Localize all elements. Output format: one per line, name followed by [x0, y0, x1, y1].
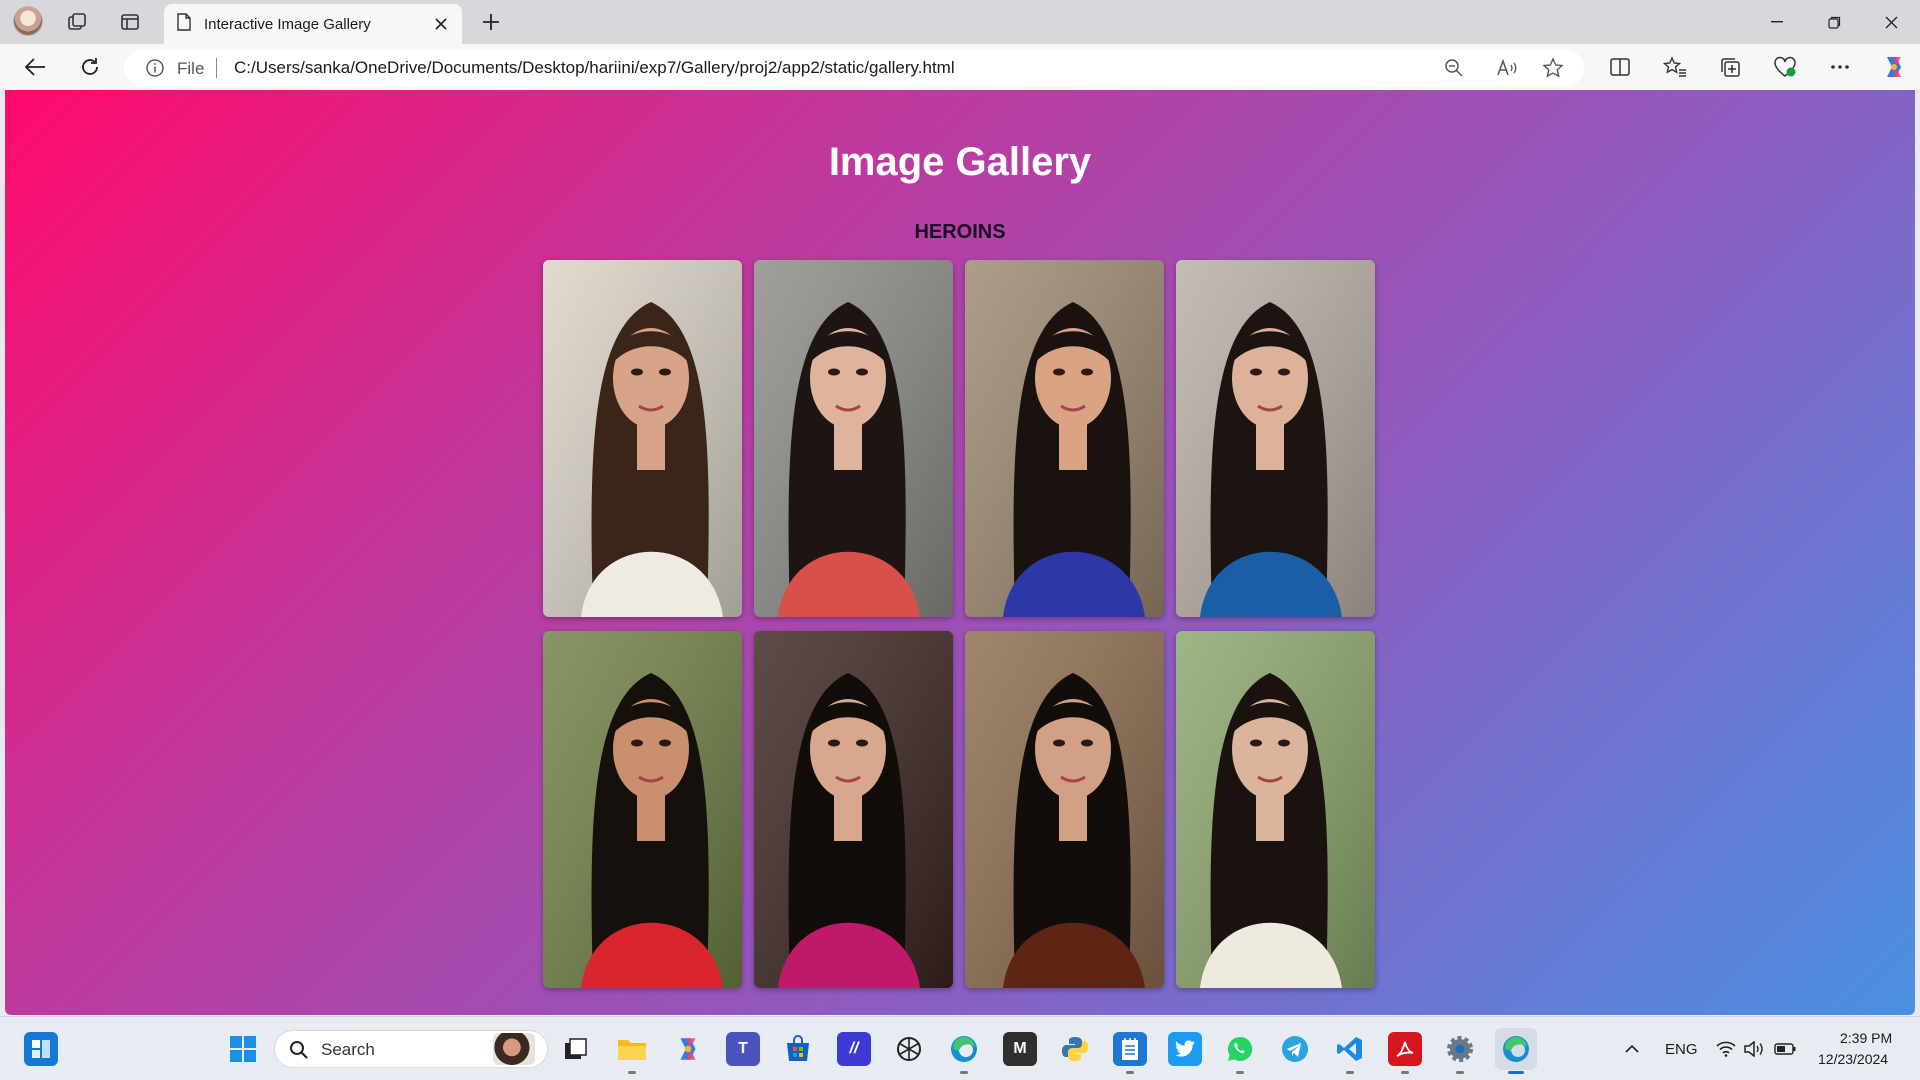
- edge-active-window-icon[interactable]: [1495, 1028, 1537, 1074]
- browser-essentials-icon[interactable]: [1771, 53, 1799, 81]
- gallery-image[interactable]: [754, 260, 953, 617]
- chatgpt-icon[interactable]: [892, 1032, 926, 1066]
- m-app-icon[interactable]: M: [1003, 1032, 1037, 1066]
- active-indicator: [1508, 1071, 1524, 1074]
- address-divider: [216, 58, 217, 78]
- page-viewport: Image Gallery HEROINS: [5, 90, 1915, 1015]
- copilot-icon[interactable]: [1880, 53, 1908, 81]
- visual-studio-ide-icon[interactable]: //: [837, 1032, 871, 1066]
- section-title: HEROINS: [914, 221, 1006, 243]
- url-text[interactable]: C:/Users/sanka/OneDrive/Documents/Deskto…: [234, 58, 955, 78]
- refresh-icon[interactable]: [76, 53, 104, 81]
- telegram-icon[interactable]: [1278, 1032, 1312, 1066]
- favorites-icon[interactable]: [1661, 53, 1689, 81]
- running-indicator: [960, 1071, 968, 1074]
- close-tab-icon[interactable]: [430, 13, 452, 35]
- read-aloud-icon[interactable]: [1495, 56, 1519, 80]
- image-gallery-grid: [543, 260, 1375, 988]
- page-icon: [176, 12, 192, 36]
- gallery-image[interactable]: [543, 631, 742, 988]
- acrobat-icon[interactable]: [1388, 1032, 1422, 1074]
- new-tab-icon[interactable]: [478, 9, 504, 35]
- battery-icon[interactable]: [1772, 1032, 1798, 1066]
- microsoft-store-icon[interactable]: [781, 1032, 815, 1066]
- show-hidden-icons-chevron-icon[interactable]: [1615, 1032, 1649, 1066]
- running-indicator: [1456, 1071, 1464, 1074]
- gallery-image[interactable]: [543, 260, 742, 617]
- running-indicator: [1401, 1071, 1409, 1074]
- vscode-icon[interactable]: [1333, 1032, 1367, 1074]
- browser-toolbar: File C:/Users/sanka/OneDrive/Documents/D…: [0, 44, 1920, 90]
- portrait-illustration: [965, 631, 1164, 988]
- copilot-app-icon[interactable]: [671, 1032, 705, 1066]
- widgets-icon[interactable]: [24, 1032, 58, 1066]
- tab-title: Interactive Image Gallery: [204, 15, 371, 33]
- favorite-star-icon[interactable]: [1541, 56, 1565, 80]
- taskbar: Search T // M ENG 2:39 PM 12/23/2024: [0, 1016, 1920, 1080]
- search-highlight-image: [493, 1033, 535, 1065]
- running-indicator: [1346, 1071, 1354, 1074]
- gallery-image[interactable]: [754, 631, 953, 988]
- back-arrow-icon[interactable]: [21, 53, 49, 81]
- collections-icon[interactable]: [1716, 53, 1744, 81]
- clock-date[interactable]: 12/23/2024: [1818, 1051, 1888, 1067]
- portrait-illustration: [754, 631, 953, 988]
- teams-icon[interactable]: T: [726, 1032, 760, 1066]
- site-info-icon[interactable]: [146, 59, 164, 77]
- running-indicator: [1236, 1071, 1244, 1074]
- gallery-image[interactable]: [1176, 260, 1375, 617]
- search-icon: [289, 1040, 309, 1065]
- gallery-image[interactable]: [965, 260, 1164, 617]
- tab-actions-icon[interactable]: [117, 9, 143, 35]
- portrait-illustration: [543, 260, 742, 617]
- running-indicator: [1126, 1071, 1134, 1074]
- wifi-icon[interactable]: [1714, 1032, 1738, 1066]
- portrait-illustration: [1176, 631, 1375, 988]
- running-indicator: [628, 1071, 636, 1074]
- search-label: Search: [321, 1040, 375, 1059]
- browser-tab-bar: Interactive Image Gallery: [0, 0, 1920, 44]
- close-window-icon[interactable]: [1871, 8, 1911, 36]
- settings-more-icon[interactable]: [1826, 53, 1854, 81]
- portrait-illustration: [965, 260, 1164, 617]
- language-indicator[interactable]: ENG: [1665, 1041, 1698, 1058]
- gallery-image[interactable]: [1176, 631, 1375, 988]
- settings-gear-icon[interactable]: [1443, 1032, 1477, 1074]
- portrait-illustration: [543, 631, 742, 988]
- start-windows-icon[interactable]: [226, 1032, 260, 1066]
- volume-icon[interactable]: [1742, 1032, 1766, 1066]
- minimize-icon[interactable]: [1757, 8, 1797, 36]
- workspaces-icon[interactable]: [64, 9, 90, 35]
- tab-active[interactable]: Interactive Image Gallery: [164, 4, 462, 44]
- taskbar-search[interactable]: Search: [274, 1030, 548, 1068]
- scheme-label: File: [177, 59, 205, 78]
- notepad-icon[interactable]: [1113, 1032, 1147, 1074]
- zoom-out-icon[interactable]: [1442, 56, 1466, 80]
- address-bar[interactable]: File C:/Users/sanka/OneDrive/Documents/D…: [124, 50, 1584, 86]
- portrait-illustration: [1176, 260, 1375, 617]
- edge-browser-icon[interactable]: [947, 1032, 981, 1074]
- whatsapp-icon[interactable]: [1223, 1032, 1257, 1074]
- portrait-illustration: [754, 260, 953, 617]
- task-view-icon[interactable]: [559, 1032, 593, 1066]
- file-explorer-icon[interactable]: [615, 1032, 649, 1074]
- python-icon[interactable]: [1058, 1032, 1092, 1066]
- page-title: Image Gallery: [828, 140, 1092, 184]
- twitter-icon[interactable]: [1168, 1032, 1202, 1066]
- restore-icon[interactable]: [1814, 8, 1854, 36]
- clock-time[interactable]: 2:39 PM: [1840, 1030, 1892, 1046]
- profile-avatar[interactable]: [13, 6, 43, 36]
- split-screen-icon[interactable]: [1606, 53, 1634, 81]
- gallery-image[interactable]: [965, 631, 1164, 988]
